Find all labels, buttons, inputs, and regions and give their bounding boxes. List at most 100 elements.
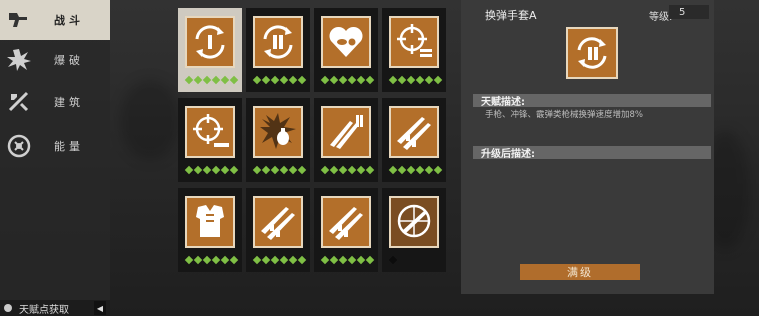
talent-slot[interactable] bbox=[178, 8, 242, 92]
level-dot bbox=[202, 75, 212, 85]
explosion-icon bbox=[2, 48, 36, 72]
level-dot bbox=[415, 75, 425, 85]
level-dot bbox=[365, 75, 375, 85]
body-armor-icon bbox=[196, 205, 224, 237]
level-dot bbox=[433, 165, 443, 175]
sidebar-item-combat[interactable]: 战斗 bbox=[0, 0, 110, 40]
talent-slot[interactable] bbox=[178, 98, 242, 182]
talent-level-dots bbox=[252, 165, 307, 176]
talent-slot[interactable] bbox=[246, 98, 310, 182]
level-dot bbox=[288, 75, 298, 85]
build-icon bbox=[2, 90, 36, 114]
level-dot bbox=[347, 75, 357, 85]
level-dot bbox=[184, 165, 194, 175]
rifles-icon bbox=[329, 207, 363, 240]
talent-slot[interactable] bbox=[382, 98, 446, 182]
level-dot bbox=[424, 165, 434, 175]
level-dot bbox=[347, 165, 357, 175]
talent-slot[interactable] bbox=[314, 188, 378, 272]
sidebar-item-explosion[interactable]: 爆破 bbox=[0, 40, 110, 80]
talent-slot[interactable] bbox=[382, 8, 446, 92]
level-dot bbox=[356, 75, 366, 85]
talent-tile bbox=[389, 196, 439, 248]
talent-grid bbox=[178, 8, 450, 280]
level-dot bbox=[320, 165, 330, 175]
sidebar-item-label: 能量 bbox=[54, 140, 84, 153]
talent-level-dots bbox=[320, 255, 375, 266]
talent-slot[interactable] bbox=[314, 98, 378, 182]
level-dot bbox=[261, 165, 271, 175]
grenade-blast-icon bbox=[260, 113, 296, 149]
level-dot bbox=[229, 255, 239, 265]
talent-tile bbox=[185, 196, 235, 248]
selected-talent-icon bbox=[566, 27, 618, 79]
level-dot bbox=[365, 255, 375, 265]
level-dot bbox=[211, 75, 221, 85]
talent-tile bbox=[185, 106, 235, 158]
level-dot bbox=[388, 165, 398, 175]
level-dot bbox=[297, 255, 307, 265]
level-dot bbox=[270, 255, 280, 265]
level-dot bbox=[329, 75, 339, 85]
talent-tile bbox=[321, 106, 371, 158]
talent-points-label: 天赋点获取 bbox=[19, 304, 69, 316]
level-dot bbox=[184, 255, 194, 265]
level-dot bbox=[406, 75, 416, 85]
level-dot bbox=[270, 75, 280, 85]
level-dot bbox=[397, 75, 407, 85]
energy-icon bbox=[2, 133, 36, 159]
talent-tile bbox=[321, 196, 371, 248]
level-dot bbox=[415, 165, 425, 175]
level-dot bbox=[261, 255, 271, 265]
sidebar-item-build[interactable]: 建筑 bbox=[0, 82, 110, 122]
level-dot bbox=[279, 255, 289, 265]
level-dot bbox=[184, 75, 194, 85]
talent-slot[interactable] bbox=[178, 188, 242, 272]
level-dot bbox=[356, 255, 366, 265]
talent-desc-header: 天赋描述: bbox=[473, 94, 711, 108]
talent-slot[interactable] bbox=[246, 8, 310, 92]
collapse-arrow-icon[interactable]: ◀ bbox=[94, 301, 106, 315]
level-dot bbox=[193, 165, 203, 175]
level-dot bbox=[220, 165, 230, 175]
scope-rifle-icon bbox=[397, 204, 431, 238]
sidebar-item-label: 爆破 bbox=[54, 54, 84, 67]
level-dot bbox=[329, 165, 339, 175]
max-level-button[interactable]: 满级 bbox=[520, 264, 640, 280]
sidebar-item-energy[interactable]: 能量 bbox=[0, 126, 110, 166]
level-dot bbox=[211, 165, 221, 175]
level-dot bbox=[329, 255, 339, 265]
level-dot bbox=[261, 75, 271, 85]
talent-slot[interactable] bbox=[314, 8, 378, 92]
level-dot bbox=[365, 165, 375, 175]
level-dot bbox=[279, 75, 289, 85]
level-dot bbox=[211, 255, 221, 265]
level-dot bbox=[338, 255, 348, 265]
talent-level-dots bbox=[388, 165, 443, 176]
reload-icon bbox=[195, 25, 225, 59]
talent-level-dots bbox=[252, 255, 307, 266]
talent-level-dots bbox=[320, 75, 375, 86]
sidebar-item-label: 战斗 bbox=[54, 14, 84, 27]
level-dot bbox=[229, 165, 239, 175]
level-dot bbox=[406, 165, 416, 175]
talent-tile bbox=[321, 16, 371, 68]
rifles-bullets-icon bbox=[330, 115, 363, 149]
category-sidebar: 战斗 爆破 建筑 能量 bbox=[0, 0, 110, 300]
reload-bullet-icon bbox=[263, 25, 293, 59]
talent-desc-text: 手枪、冲锋、霰弹类枪械换弹速度增加8% bbox=[485, 110, 643, 120]
crosshair-bullet-icon bbox=[193, 114, 229, 147]
talent-tile bbox=[185, 16, 235, 68]
level-dot bbox=[424, 75, 434, 85]
talent-slot[interactable] bbox=[382, 188, 446, 272]
level-dot bbox=[193, 255, 203, 265]
talent-level-dots bbox=[184, 75, 239, 86]
talent-slot[interactable] bbox=[246, 188, 310, 272]
talent-tile bbox=[389, 106, 439, 158]
talent-level-dots bbox=[388, 75, 443, 86]
talent-points-footer[interactable]: 天赋点获取 ◀ bbox=[0, 300, 110, 316]
talent-detail-panel: 换弹手套A 等级: 5 天赋描述: 手枪、冲锋、霰弹类枪械换弹速度增加8% 升级… bbox=[461, 0, 714, 294]
level-dot bbox=[288, 255, 298, 265]
level-dot bbox=[347, 255, 357, 265]
talent-level-dots bbox=[252, 75, 307, 86]
